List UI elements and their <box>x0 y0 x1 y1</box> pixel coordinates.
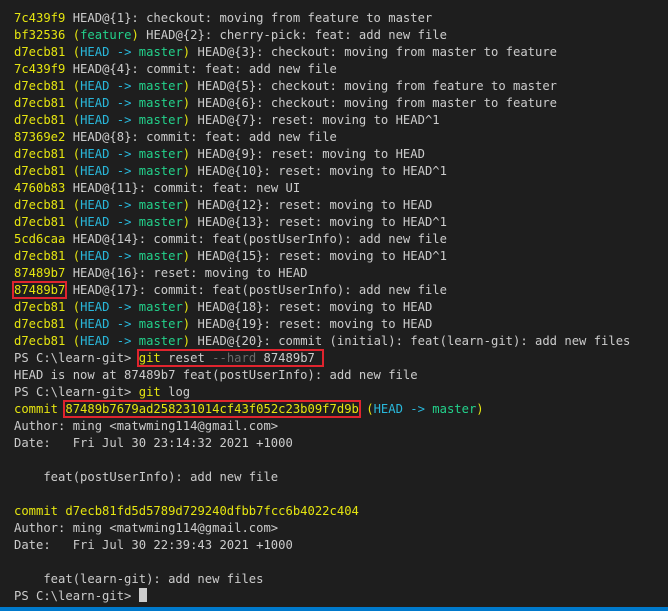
log-message: feat(learn-git): add new files <box>14 572 264 586</box>
reflog-entry: HEAD@{7}: reset: moving to HEAD^1 <box>197 113 440 127</box>
reflog-entry: HEAD@{11}: commit: feat: new UI <box>72 181 301 195</box>
commit-hash: 87489b7 <box>14 266 66 280</box>
branch-ref: feature <box>80 28 132 42</box>
reflog-entry: HEAD@{2}: cherry-pick: feat: add new fil… <box>146 28 447 42</box>
reflog-entry: HEAD@{20}: commit (initial): feat(learn-… <box>197 334 631 348</box>
commit-hash: d7ecb81 <box>14 147 66 161</box>
log-commit-line: commit d7ecb81fd5d5789d729240dfbb7fcc6b4… <box>14 504 359 518</box>
log-commit-line: commit 87489b7679ad258231014cf43f052c23b… <box>14 400 484 418</box>
commit-hash: d7ecb81 <box>14 334 66 348</box>
reflog-entry: HEAD@{8}: commit: feat: add new file <box>72 130 337 144</box>
commit-hash: 87369e2 <box>14 130 66 144</box>
status-bar <box>0 607 668 611</box>
reflog-entry: HEAD@{13}: reset: moving to HEAD^1 <box>197 215 447 229</box>
reflog-entry: HEAD@{1}: checkout: moving from feature … <box>72 11 433 25</box>
current-prompt-line[interactable]: PS C:\learn-git> <box>14 588 662 605</box>
reflog-line: d7ecb81 (HEAD -> master) HEAD@{18}: rese… <box>14 300 433 314</box>
reset-output: HEAD is now at 87489b7 feat(postUserInfo… <box>14 368 418 382</box>
log-command-line: PS C:\learn-git> git log <box>14 385 191 399</box>
reflog-list: 7c439f9 HEAD@{1}: checkout: moving from … <box>11 10 662 350</box>
reflog-line: 87489b7 HEAD@{17}: commit: feat(postUser… <box>11 281 662 299</box>
commit-hash: d7ecb81 <box>14 249 66 263</box>
reflog-entry: HEAD@{17}: commit: feat(postUserInfo): a… <box>72 283 447 297</box>
reflog-line: d7ecb81 (HEAD -> master) HEAD@{7}: reset… <box>14 113 440 127</box>
highlighted-reset-command: git reset --hard 87489b7 <box>136 349 325 367</box>
commit-hash: 7c439f9 <box>14 62 66 76</box>
commit-hash: d7ecb81 <box>14 317 66 331</box>
highlighted-commit-hash: 87489b7 <box>11 281 68 299</box>
commit-hash: d7ecb81 <box>14 215 66 229</box>
commit-hash: d7ecb81 <box>14 113 66 127</box>
reflog-entry: HEAD@{12}: reset: moving to HEAD <box>197 198 433 212</box>
reflog-entry: HEAD@{4}: commit: feat: add new file <box>72 62 337 76</box>
reflog-line: 87489b7 HEAD@{16}: reset: moving to HEAD <box>14 265 662 282</box>
commit-hash: d7ecb81 <box>14 96 66 110</box>
reflog-line: d7ecb81 (HEAD -> master) HEAD@{6}: check… <box>14 96 558 110</box>
reflog-entry: HEAD@{9}: reset: moving to HEAD <box>197 147 425 161</box>
reflog-line: d7ecb81 (HEAD -> master) HEAD@{13}: rese… <box>14 215 447 229</box>
reflog-entry: HEAD@{19}: reset: moving to HEAD <box>197 317 433 331</box>
prompt: PS C:\learn-git> <box>14 351 139 365</box>
highlighted-full-hash: 87489b7679ad258231014cf43f052c23b09f7d9b <box>63 400 361 418</box>
log-date: Date: Fri Jul 30 22:39:43 2021 +1000 <box>14 538 293 552</box>
reflog-line: d7ecb81 (HEAD -> master) HEAD@{9}: reset… <box>14 147 425 161</box>
reflog-entry: HEAD@{14}: commit: feat(postUserInfo): a… <box>72 232 447 246</box>
reflog-line: d7ecb81 (HEAD -> master) HEAD@{15}: rese… <box>14 249 447 263</box>
prompt: PS C:\learn-git> <box>14 385 139 399</box>
commit-hash: d7ecb81 <box>14 45 66 59</box>
reflog-line: bf32536 (feature) HEAD@{2}: cherry-pick:… <box>14 28 447 42</box>
commit-hash: 5cd6caa <box>14 232 66 246</box>
commit-hash: d7ecb81 <box>14 164 66 178</box>
text-cursor <box>138 588 147 602</box>
reflog-entry: HEAD@{10}: reset: moving to HEAD^1 <box>197 164 447 178</box>
prompt: PS C:\learn-git> <box>14 589 139 603</box>
reflog-line: d7ecb81 (HEAD -> master) HEAD@{3}: check… <box>14 45 558 59</box>
commit-hash: bf32536 <box>14 28 66 42</box>
reflog-entry: HEAD@{3}: checkout: moving from master t… <box>197 45 558 59</box>
log-date: Date: Fri Jul 30 23:14:32 2021 +1000 <box>14 436 293 450</box>
commit-hash: 4760b83 <box>14 181 66 195</box>
reflog-line: d7ecb81 (HEAD -> master) HEAD@{10}: rese… <box>14 164 447 178</box>
commit-hash: d7ecb81 <box>14 198 66 212</box>
reflog-line: d7ecb81 (HEAD -> master) HEAD@{5}: check… <box>14 79 558 93</box>
reflog-line: 87369e2 HEAD@{8}: commit: feat: add new … <box>14 129 662 146</box>
reflog-line: d7ecb81 (HEAD -> master) HEAD@{20}: comm… <box>14 334 631 348</box>
reflog-line: d7ecb81 (HEAD -> master) HEAD@{12}: rese… <box>14 198 433 212</box>
reflog-line: 5cd6caa HEAD@{14}: commit: feat(postUser… <box>14 231 662 248</box>
reflog-entry: HEAD@{18}: reset: moving to HEAD <box>197 300 433 314</box>
reflog-line: d7ecb81 (HEAD -> master) HEAD@{19}: rese… <box>14 317 433 331</box>
log-author: Author: ming <matwming114@gmail.com> <box>14 419 279 433</box>
log-message: feat(postUserInfo): add new file <box>14 470 279 484</box>
commit-hash: d7ecb81 <box>14 300 66 314</box>
reflog-entry: HEAD@{6}: checkout: moving from master t… <box>197 96 558 110</box>
reflog-entry: HEAD@{15}: reset: moving to HEAD^1 <box>197 249 447 263</box>
commit-hash: 7c439f9 <box>14 11 66 25</box>
terminal-output[interactable]: 7c439f9 HEAD@{1}: checkout: moving from … <box>11 10 662 605</box>
commit-hash: d7ecb81 <box>14 79 66 93</box>
reflog-line: 7c439f9 HEAD@{4}: commit: feat: add new … <box>14 61 662 78</box>
reflog-entry: HEAD@{16}: reset: moving to HEAD <box>72 266 308 280</box>
log-author: Author: ming <matwming114@gmail.com> <box>14 521 279 535</box>
reflog-line: 4760b83 HEAD@{11}: commit: feat: new UI <box>14 180 662 197</box>
reflog-line: 7c439f9 HEAD@{1}: checkout: moving from … <box>14 10 662 27</box>
reflog-entry: HEAD@{5}: checkout: moving from feature … <box>197 79 558 93</box>
reset-command-line: PS C:\learn-git> git reset --hard 87489b… <box>14 349 662 367</box>
full-hash: d7ecb81fd5d5789d729240dfbb7fcc6b4022c404 <box>65 504 359 518</box>
